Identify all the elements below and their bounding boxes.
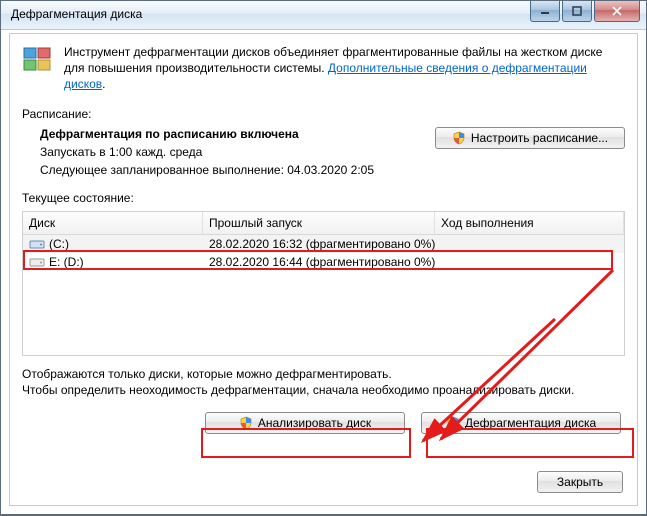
note-line-1: Отображаются только диски, которые можно… (22, 366, 625, 382)
intro-text: Инструмент дефрагментации дисков объедин… (64, 44, 625, 93)
minimize-button[interactable] (530, 1, 560, 22)
close-row: Закрыть (537, 471, 623, 493)
cell-progress (435, 243, 624, 245)
table-row[interactable]: E: (D:) 28.02.2020 16:44 (фрагментировано… (23, 253, 624, 271)
cell-progress (435, 261, 624, 263)
schedule-next-run: Следующее запланированное выполнение: 04… (40, 163, 435, 177)
close-button[interactable] (594, 1, 640, 22)
shield-icon (239, 416, 253, 430)
defrag-button[interactable]: Дефрагментация диска (421, 412, 621, 434)
col-progress[interactable]: Ход выполнения (435, 212, 624, 234)
window-body: Инструмент дефрагментации дисков объедин… (9, 33, 638, 506)
cell-last-run: 28.02.2020 16:44 (фрагментировано 0%) (203, 254, 435, 270)
note-block: Отображаются только диски, которые можно… (22, 366, 625, 398)
close-label: Закрыть (557, 475, 603, 489)
table-header: Диск Прошлый запуск Ход выполнения (23, 211, 624, 235)
close-dialog-button[interactable]: Закрыть (537, 471, 623, 493)
disk-name: (C:) (49, 237, 69, 251)
cell-disk: E: (D:) (23, 254, 203, 270)
schedule-info: Дефрагментация по расписанию включена За… (22, 127, 435, 181)
table-body: (C:) 28.02.2020 16:32 (фрагментировано 0%… (23, 235, 624, 355)
configure-schedule-button[interactable]: Настроить расписание... (435, 127, 625, 149)
schedule-row: Дефрагментация по расписанию включена За… (22, 127, 625, 181)
shield-icon (446, 416, 460, 430)
action-row: Анализировать диск Дефрагментация диска (22, 412, 625, 434)
intro-block: Инструмент дефрагментации дисков объедин… (22, 44, 625, 93)
disk-table: Диск Прошлый запуск Ход выполнения (C:) 2… (22, 211, 625, 356)
analyze-label: Анализировать диск (258, 416, 371, 430)
note-line-2: Чтобы определить неоходимость дефрагмент… (22, 382, 625, 398)
disk-icon (29, 256, 45, 268)
disk-name: E: (D:) (49, 255, 84, 269)
defrag-icon (22, 44, 54, 76)
maximize-button[interactable] (562, 1, 592, 22)
col-disk[interactable]: Диск (23, 212, 203, 234)
table-row[interactable]: (C:) 28.02.2020 16:32 (фрагментировано 0%… (23, 235, 624, 253)
configure-schedule-label: Настроить расписание... (471, 131, 608, 145)
schedule-label: Расписание: (22, 107, 625, 121)
title-bar: Дефрагментация диска (1, 1, 646, 30)
schedule-heading: Дефрагментация по расписанию включена (40, 127, 435, 141)
intro-text-after: . (102, 77, 105, 91)
state-label: Текущее состояние: (22, 191, 625, 205)
window-controls (528, 1, 640, 22)
shield-icon (452, 131, 466, 145)
window-title: Дефрагментация диска (11, 7, 142, 21)
defrag-label: Дефрагментация диска (465, 416, 596, 430)
col-last-run[interactable]: Прошлый запуск (203, 212, 435, 234)
cell-last-run: 28.02.2020 16:32 (фрагментировано 0%) (203, 236, 435, 252)
disk-icon (29, 238, 45, 250)
analyze-button[interactable]: Анализировать диск (205, 412, 405, 434)
cell-disk: (C:) (23, 236, 203, 252)
defrag-window: Дефрагментация диска (0, 0, 647, 515)
schedule-run-at: Запускать в 1:00 кажд. среда (40, 145, 435, 159)
